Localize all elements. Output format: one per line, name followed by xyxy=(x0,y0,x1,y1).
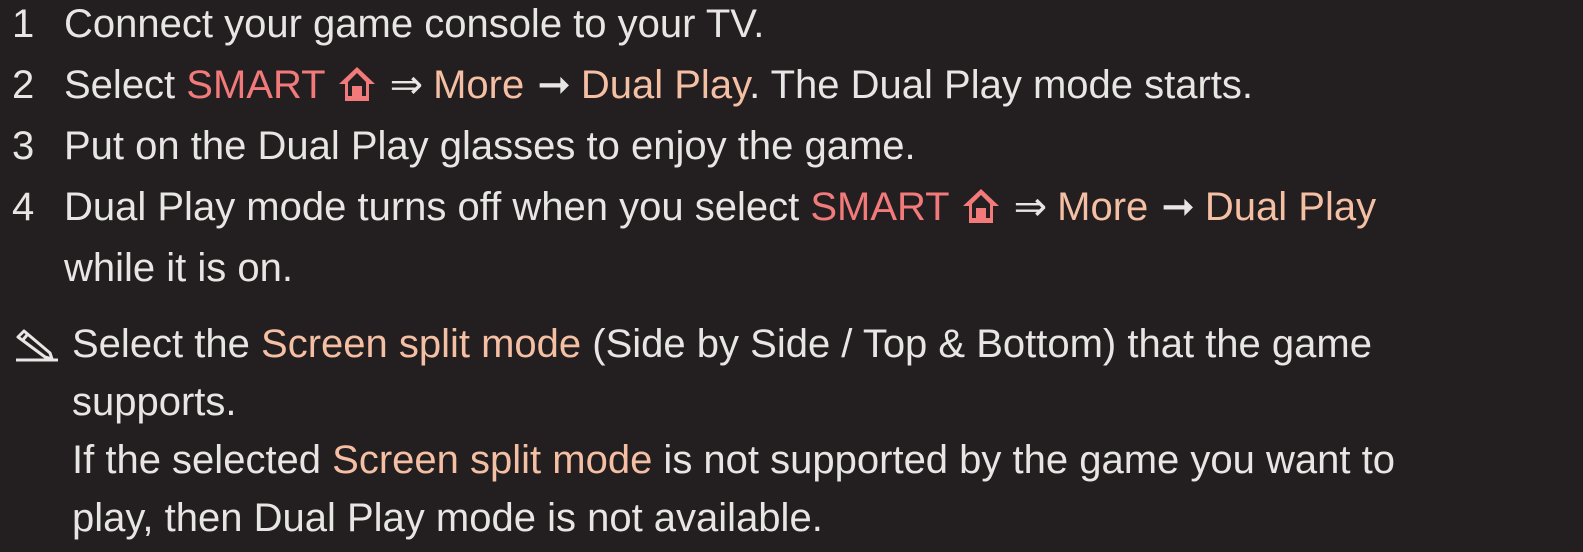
menu-more: More xyxy=(433,63,525,107)
note-text: Select the xyxy=(72,322,262,366)
step-text: Put on the Dual Play glasses to enjoy th… xyxy=(64,124,916,168)
step-text-pre: Dual Play mode turns off when you select xyxy=(64,185,811,229)
double-arrow-icon: ⇒ xyxy=(1013,185,1048,229)
step-text: Connect your game console to your TV. xyxy=(64,2,765,46)
step-number: 2 xyxy=(12,63,35,107)
smart-label: SMART xyxy=(186,63,326,107)
note-text: (Side by Side / Top & Bottom) that the g… xyxy=(581,322,1372,366)
screen-split-mode-label: Screen split mode xyxy=(261,322,582,366)
note-line: Select the Screen split mode (Side by Si… xyxy=(72,315,1372,373)
screen-split-mode-label: Screen split mode xyxy=(332,438,653,482)
double-arrow-icon: ⇒ xyxy=(389,63,424,107)
menu-dual-play: Dual Play xyxy=(1204,185,1377,229)
arrow-right-icon: ➞ xyxy=(1161,185,1195,229)
home-icon xyxy=(962,189,999,223)
step-text: Select SMART ⇒ More ➞ Dual Play. The Dual P… xyxy=(64,54,1253,116)
step-number: 4 xyxy=(12,185,35,229)
step-text: Dual Play mode turns off when you select… xyxy=(64,176,1376,238)
note-text: If the selected xyxy=(72,438,333,482)
step-number: 3 xyxy=(12,124,35,168)
step-text-pre: Select xyxy=(64,63,187,107)
note-line: supports. xyxy=(72,380,237,424)
step-text-post: . The Dual Play mode starts. xyxy=(749,63,1254,107)
note-line: play, then Dual Play mode is not availab… xyxy=(72,496,823,540)
home-icon xyxy=(338,67,375,101)
menu-more: More xyxy=(1057,185,1149,229)
arrow-right-icon: ➞ xyxy=(537,63,571,107)
menu-dual-play: Dual Play xyxy=(580,63,750,107)
pencil-note-icon xyxy=(16,329,58,362)
note-line: If the selected Screen split mode is not… xyxy=(72,431,1395,489)
smart-label: SMART xyxy=(810,185,950,229)
note-text: is not supported by the game you want to xyxy=(652,438,1395,482)
step-text: while it is on. xyxy=(64,246,293,290)
step-number: 1 xyxy=(12,2,35,46)
